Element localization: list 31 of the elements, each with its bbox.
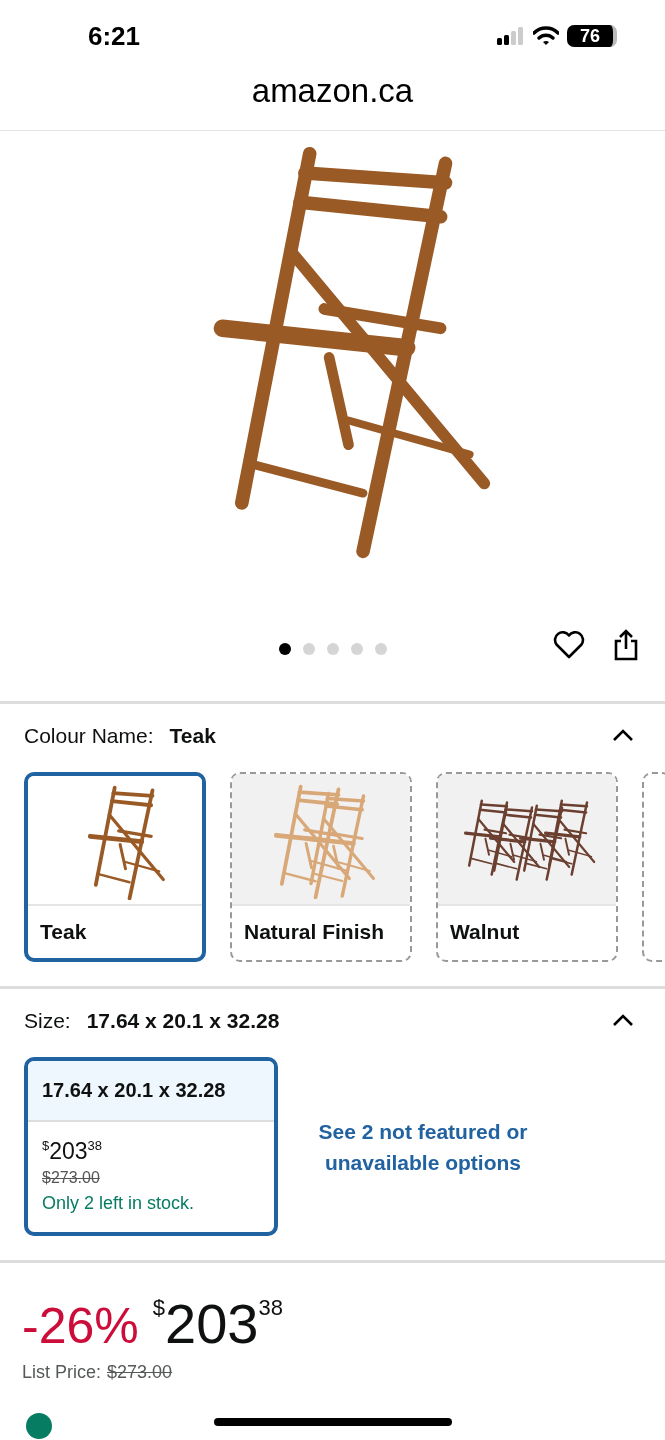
- share-icon: [613, 629, 639, 661]
- carousel-dot[interactable]: [278, 643, 291, 655]
- colour-swatch[interactable]: [642, 772, 665, 962]
- more-options-link[interactable]: See 2 not featured or unavailable options: [308, 1115, 538, 1178]
- list-price-label: List Price:: [22, 1362, 102, 1383]
- battery-level: 76: [580, 25, 600, 47]
- carousel-dot[interactable]: [350, 643, 363, 655]
- list-price: $273.00: [107, 1362, 173, 1383]
- carousel-dot[interactable]: [302, 643, 315, 655]
- option-list-price: $273.00: [42, 1169, 101, 1187]
- option-value: Teak: [169, 724, 216, 748]
- stock-status: Only 2 left in stock.: [42, 1193, 196, 1214]
- signal-icon: [497, 27, 525, 45]
- wifi-icon: [533, 26, 559, 46]
- discount-percent: -26%: [22, 1297, 139, 1355]
- colour-swatch[interactable]: Natural Finish: [230, 772, 412, 962]
- price: $^{$}$203$^{38}$: [152, 1291, 283, 1356]
- carousel-dot[interactable]: [326, 643, 339, 655]
- option-label: Colour Name:: [24, 724, 154, 748]
- colour-swatch[interactable]: Walnut: [436, 772, 618, 962]
- size-option[interactable]: 17.64 x 20.1 x 32.28 $^{$}$203$^{38}$ $273.00 Only 2 left in stock.: [24, 1057, 278, 1236]
- heart-icon: [553, 631, 585, 659]
- badge-icon: [26, 1413, 52, 1439]
- option-value: 17.64 x 20.1 x 32.28: [86, 1009, 280, 1033]
- option-label: Size:: [24, 1009, 71, 1033]
- status-time: 6:21: [88, 20, 141, 52]
- colour-swatch[interactable]: Teak: [24, 772, 206, 962]
- url-domain[interactable]: amazon.ca: [251, 72, 414, 110]
- home-indicator[interactable]: [214, 1418, 452, 1426]
- carousel-dot[interactable]: [374, 643, 387, 655]
- option-price: $^{$}$203$^{38}$: [42, 1138, 104, 1165]
